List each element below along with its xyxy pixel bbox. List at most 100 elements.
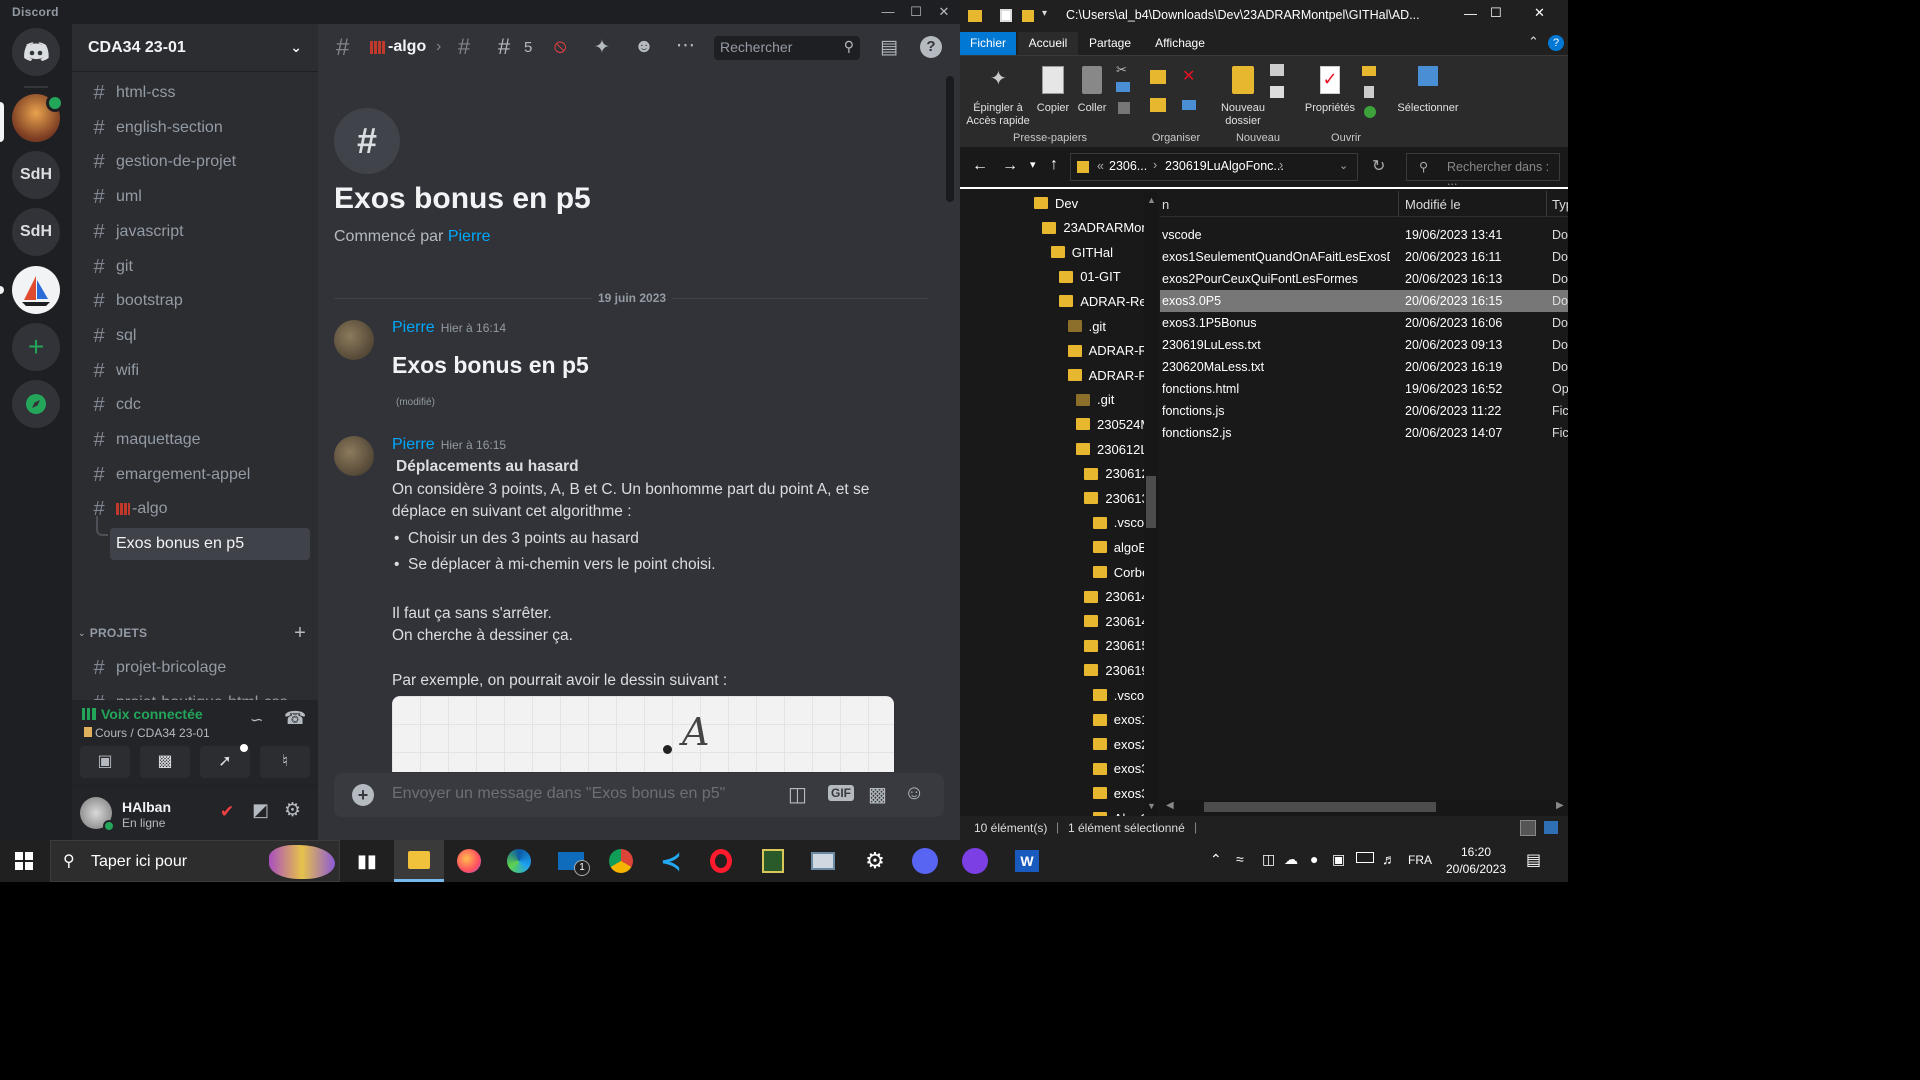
tree-item[interactable]: algoB — [1092, 535, 1147, 559]
tree-item[interactable]: 230612 — [1084, 462, 1149, 486]
maximize-icon[interactable]: ☐ — [1490, 5, 1502, 21]
threads-icon[interactable]: # — [498, 34, 510, 60]
taskbar-explorer[interactable] — [394, 840, 444, 882]
device-icon[interactable]: ◫ — [1262, 851, 1275, 868]
taskbar-firefox[interactable] — [444, 840, 494, 882]
folder-qat-icon[interactable] — [1022, 10, 1034, 22]
taskbar-word[interactable]: W — [1002, 840, 1052, 882]
channel-sql[interactable]: # sql — [80, 320, 310, 352]
screen-share-button[interactable]: ▩ — [140, 746, 190, 778]
onedrive-icon[interactable]: ☁ — [1284, 851, 1298, 868]
tree-item[interactable]: 230613 — [1084, 486, 1149, 510]
search-input[interactable]: Rechercher ⚲ — [714, 36, 860, 60]
add-channel-icon[interactable]: + — [294, 622, 306, 645]
close-icon[interactable]: ✕ — [932, 3, 956, 21]
gift-icon[interactable]: ◫ — [788, 782, 807, 807]
address-dropdown-icon[interactable]: ⌄ — [1339, 159, 1348, 172]
gear-icon[interactable]: ⚙ — [284, 799, 301, 822]
server-icon-sailboat[interactable] — [12, 266, 60, 314]
tree-item[interactable]: exos3 — [1092, 757, 1149, 781]
tree-item[interactable]: 23ADRARMont — [1042, 216, 1152, 240]
thread-exos-bonus-p5[interactable]: Exos bonus en p5 — [110, 528, 310, 560]
column-modified[interactable]: Modifié le — [1405, 197, 1461, 212]
qat-dropdown-icon[interactable]: ▾ — [1042, 8, 1047, 19]
clock[interactable]: 16:20 20/06/2023 — [1440, 844, 1512, 878]
disconnect-icon[interactable]: ☎ — [284, 708, 306, 729]
noise-suppression-icon[interactable]: ∽ — [250, 710, 263, 730]
file-hscrollbar[interactable]: ◀ ▶ — [1160, 799, 1568, 815]
camera-button[interactable]: ▣ — [80, 746, 130, 778]
tree-item[interactable]: 01-GIT — [1059, 265, 1121, 289]
properties-button[interactable]: ✓ Propriétés — [1302, 60, 1358, 128]
channel-maquettage[interactable]: # maquettage — [80, 424, 310, 456]
copy-to-icon[interactable] — [1150, 98, 1166, 112]
task-view-button[interactable]: ▮▮ — [342, 840, 392, 882]
display-icon[interactable]: ▣ — [1332, 851, 1345, 868]
tree-item[interactable]: ADRAR-Re — [1067, 363, 1155, 387]
tab-accueil[interactable]: Accueil — [1018, 32, 1078, 55]
tree-item[interactable]: 230524M — [1076, 412, 1151, 436]
taskbar-chrome[interactable] — [596, 840, 646, 882]
taskbar-discord[interactable] — [900, 840, 950, 882]
taskbar-app-clipboard[interactable] — [748, 840, 798, 882]
pin-button[interactable]: ✦ Épingler à Accès rapide — [964, 60, 1032, 128]
select-button[interactable]: Sélectionner — [1396, 60, 1460, 128]
avatar[interactable] — [80, 797, 115, 832]
discord-home-icon[interactable] — [12, 28, 60, 76]
history-icon[interactable] — [1364, 106, 1376, 118]
properties-qat-icon[interactable] — [1000, 9, 1012, 22]
tree-item[interactable]: ADRAR-Rep — [1059, 289, 1154, 313]
tree-item[interactable]: 230612L — [1076, 437, 1148, 461]
server-icon-sdh-1[interactable]: SdH — [12, 151, 60, 199]
minimize-icon[interactable]: — — [1464, 6, 1477, 21]
channel-bootstrap[interactable]: # bootstrap — [80, 285, 310, 317]
up-arrow-icon[interactable]: ↑ — [1050, 156, 1058, 174]
channel-html-css[interactable]: # html-css — [80, 77, 310, 109]
voice-status[interactable]: Voix connectée — [101, 706, 203, 722]
tiles-view-icon[interactable] — [1544, 821, 1558, 834]
rename-icon[interactable] — [1182, 100, 1196, 110]
details-view-icon[interactable] — [1520, 820, 1536, 836]
language-indicator[interactable]: FRA — [1408, 853, 1432, 867]
start-button[interactable] — [0, 840, 48, 882]
channel-uml[interactable]: # uml — [80, 181, 310, 213]
channel-gestion-de-projet[interactable]: # gestion-de-projet — [80, 146, 310, 178]
inbox-icon[interactable]: ▤ — [880, 36, 898, 59]
server-icon-sdh-2[interactable]: SdH — [12, 208, 60, 256]
explore-servers-icon[interactable] — [12, 380, 60, 428]
taskbar-app-mask[interactable] — [950, 840, 1000, 882]
close-icon[interactable]: ✕ — [1534, 5, 1545, 21]
file-row[interactable]: exos3.1P5Bonus 20/06/2023 16:06 Do — [1160, 312, 1568, 334]
channel-english-section[interactable]: # english-section — [80, 112, 310, 144]
file-row[interactable]: fonctions.js 20/06/2023 11:22 Fic — [1160, 400, 1568, 422]
help-icon[interactable]: ? — [920, 36, 942, 58]
cut-icon[interactable]: ✂ — [1116, 62, 1127, 78]
avatar[interactable] — [334, 436, 374, 476]
author-name[interactable]: Pierre — [392, 319, 435, 336]
headphones-icon[interactable]: ◩ — [252, 800, 269, 821]
tree-item[interactable]: .git — [1067, 314, 1106, 338]
starter-link[interactable]: Pierre — [448, 228, 491, 245]
tree-item[interactable]: .vscod — [1092, 511, 1151, 535]
open-icon[interactable] — [1362, 66, 1376, 76]
taskbar-edge[interactable] — [494, 840, 544, 882]
tree-item[interactable]: Dev — [1034, 191, 1078, 215]
author-name[interactable]: Pierre — [392, 436, 435, 453]
mic-muted-icon[interactable]: ✔ — [220, 802, 234, 822]
add-server-icon[interactable]: + — [12, 323, 60, 371]
tree-scrollbar[interactable]: ▲ ▼ — [1144, 191, 1158, 816]
pin-icon[interactable]: ✦ — [594, 36, 610, 59]
paste-shortcut-icon[interactable] — [1118, 102, 1130, 114]
address-input[interactable]: « 2306... › 230619LuAlgoFonc... › ⌄ — [1070, 153, 1358, 181]
file-row[interactable]: 230620MaLess.txt 20/06/2023 16:19 Do — [1160, 356, 1568, 378]
emoji-icon[interactable]: ☺ — [904, 782, 924, 805]
channel-git[interactable]: # git — [80, 251, 310, 283]
tree-item[interactable]: GITHal — [1050, 240, 1113, 264]
show-hidden-icons[interactable]: ⌃ — [1210, 851, 1222, 868]
channel-cdc[interactable]: # cdc — [80, 389, 310, 421]
thread-icon[interactable]: # — [458, 34, 470, 60]
collapse-ribbon-icon[interactable]: ⌃ — [1528, 34, 1539, 50]
forward-arrow-icon[interactable]: → — [1002, 157, 1018, 175]
drawing-image[interactable]: A — [392, 696, 894, 772]
taskbar-vscode[interactable]: ≺ — [646, 840, 696, 882]
